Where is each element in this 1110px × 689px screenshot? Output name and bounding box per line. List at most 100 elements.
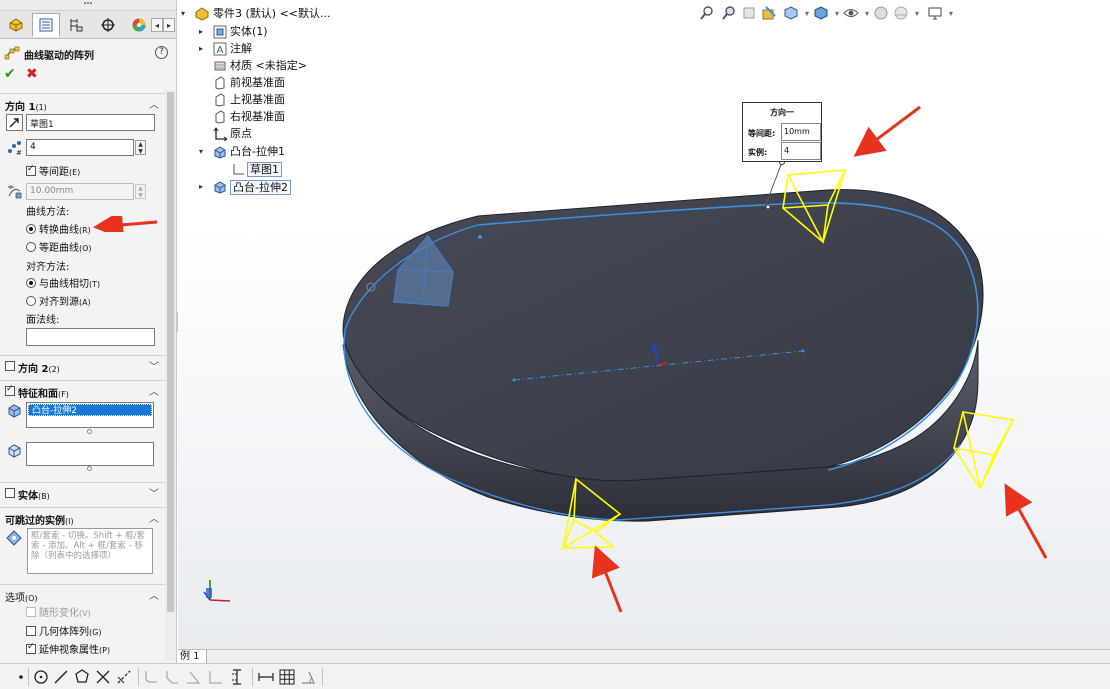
collapse-chevron-icon[interactable]: ︿ (149, 587, 159, 602)
align-method-tangent[interactable]: 与曲线相切(T) (26, 275, 100, 290)
face-normal-field[interactable] (26, 328, 155, 346)
propagate-visual-option[interactable]: 延伸视象属性(P) (26, 641, 110, 656)
chamfer-icon[interactable] (163, 668, 181, 686)
centerline-icon[interactable] (115, 668, 133, 686)
list-resize-handle[interactable] (87, 429, 92, 434)
dropdown-arrow-icon[interactable]: ▾ (942, 4, 960, 22)
tab-dimxpert[interactable] (94, 13, 122, 37)
origin-icon (213, 127, 227, 141)
bodies-checkbox[interactable] (5, 488, 15, 498)
previous-view-icon[interactable] (740, 4, 758, 22)
path-selection-field[interactable]: 草图1 (26, 114, 155, 131)
spacing-spinner[interactable]: ▲ ▼ (135, 184, 146, 199)
equal-spacing-option[interactable]: 等间距(E) (26, 163, 80, 178)
tabs-scroll-right[interactable]: ▸ (163, 18, 175, 32)
tree-item-label: 实体(1) (230, 25, 268, 38)
tab-feature-tree[interactable] (2, 13, 30, 37)
features-list-item[interactable]: 凸台-拉伸2 (28, 404, 152, 416)
corner-rectangle-icon[interactable] (207, 668, 225, 686)
instances-field[interactable]: 4 (26, 139, 134, 156)
edit-appearance-icon[interactable] (872, 4, 890, 22)
tabs-scroll-left[interactable]: ◂ (151, 18, 163, 32)
circle-icon[interactable] (32, 668, 50, 686)
angle-icon[interactable] (184, 668, 202, 686)
features-list[interactable]: 凸台-拉伸2 (26, 402, 154, 428)
ok-button[interactable]: ✔ (4, 66, 16, 82)
features-faces-checkbox[interactable] (5, 384, 15, 396)
horizontal-dimension-icon[interactable] (257, 668, 275, 686)
section-view-icon[interactable] (760, 4, 778, 22)
features-faces-section-header[interactable]: 特征和面(F) ︿ (0, 380, 165, 400)
equal-spacing-checkbox[interactable] (26, 164, 36, 176)
model-tabs-bar: 例 1 (178, 649, 1110, 663)
direction2-section-header[interactable]: 方向 2(2) ﹀ (0, 355, 165, 375)
help-button[interactable]: ? (155, 46, 168, 59)
polygon-icon[interactable] (73, 668, 91, 686)
trim-icon[interactable] (94, 668, 112, 686)
vertical-dimension-icon[interactable] (228, 668, 246, 686)
tab-display-manager[interactable] (125, 13, 153, 37)
callout-spacing-value[interactable]: 10mm (781, 123, 821, 141)
skip-instances-list[interactable]: 框/套索 - 切换。Shift + 框/套索 - 添加。Alt + 框/套索 -… (27, 528, 153, 574)
tree-item-label: 前视基准面 (230, 76, 285, 89)
curve-method-transform[interactable]: 转换曲线(R) (26, 221, 91, 236)
model-view[interactable] (178, 0, 1110, 649)
cancel-button[interactable]: ✖ (26, 66, 38, 82)
vary-sketch-option[interactable]: 随形变化(V) (26, 604, 91, 619)
spacing-field[interactable]: 10.00mm (26, 183, 134, 200)
tab-configuration-manager[interactable] (62, 13, 90, 37)
angular-dimension-icon[interactable] (299, 668, 317, 686)
expand-arrow-icon[interactable]: ▸ (199, 179, 203, 195)
zoom-to-area-icon[interactable] (720, 4, 738, 22)
radio-tangent[interactable] (26, 278, 36, 288)
plane-icon (215, 76, 225, 90)
callout-instances-value[interactable]: 4 (781, 142, 821, 160)
collapse-chevron-icon[interactable]: ︿ (149, 383, 159, 398)
faces-list[interactable] (26, 442, 154, 466)
curve-method-offset[interactable]: 等距曲线(O) (26, 239, 92, 254)
tab-motion-study[interactable]: 例 1 (178, 650, 207, 663)
propagate-visual-label: 延伸视象属性 (39, 645, 99, 656)
propagate-visual-accel: (P) (99, 646, 111, 655)
collapse-chevron-icon[interactable]: ︿ (149, 96, 159, 111)
expand-arrow-icon[interactable]: ▸ (199, 24, 203, 40)
bodies-label: 实体 (18, 491, 38, 502)
line-icon[interactable] (52, 668, 70, 686)
geometry-pattern-option[interactable]: 几何体阵列(G) (26, 623, 101, 638)
grid-icon[interactable] (278, 668, 296, 686)
expand-arrow-icon[interactable]: ▸ (199, 41, 203, 57)
tree-item-label: 原点 (230, 127, 252, 140)
direction2-checkbox[interactable] (5, 361, 15, 371)
offset-curve-label: 等距曲线 (39, 243, 79, 254)
body-top-face[interactable] (342, 189, 984, 482)
collapse-arrow-icon[interactable]: ▾ (181, 6, 185, 22)
vary-sketch-checkbox[interactable] (26, 607, 36, 617)
panel-scrollbar[interactable] (165, 90, 176, 660)
direction1-section-header[interactable]: 方向 1(1) ︿ (0, 93, 165, 113)
fillet-icon[interactable] (142, 668, 160, 686)
propagate-visual-checkbox[interactable] (26, 642, 36, 654)
collapse-chevron-icon[interactable]: ︿ (149, 510, 159, 525)
expand-chevron-icon[interactable]: ﹀ (149, 358, 159, 373)
collapse-arrow-icon[interactable]: ▾ (199, 144, 203, 160)
extrude-icon (214, 146, 226, 159)
material-icon (214, 61, 226, 71)
panel-grip[interactable] (0, 0, 176, 11)
expand-chevron-icon[interactable]: ﹀ (149, 485, 159, 500)
instances-spinner[interactable]: ▲ ▼ (135, 140, 146, 155)
zoom-to-fit-icon[interactable] (698, 4, 716, 22)
scrollbar-thumb[interactable] (167, 92, 174, 612)
options-section-header[interactable]: 选项(O) ︿ (0, 584, 165, 604)
graphics-area[interactable]: ▾ 零件3 (默认) <<默认... ▸ 实体(1) ▸ A 注解 材质 <未指… (178, 0, 1110, 649)
tab-property-manager[interactable] (32, 13, 60, 37)
dropdown-arrow-icon[interactable]: ▾ (908, 4, 926, 22)
skip-instances-section-header[interactable]: 可跳过的实例(I) ︿ (0, 507, 165, 527)
list-resize-handle[interactable] (87, 466, 92, 471)
radio-align-source[interactable] (26, 296, 36, 306)
align-method-source[interactable]: 对齐到源(A) (26, 293, 91, 308)
radio-offset-curve[interactable] (26, 242, 36, 252)
bodies-section-header[interactable]: 实体(B) ﹀ (0, 482, 165, 502)
geometry-pattern-checkbox[interactable] (26, 626, 36, 636)
radio-transform-curve[interactable] (26, 224, 36, 234)
callout-anchor (765, 204, 771, 210)
